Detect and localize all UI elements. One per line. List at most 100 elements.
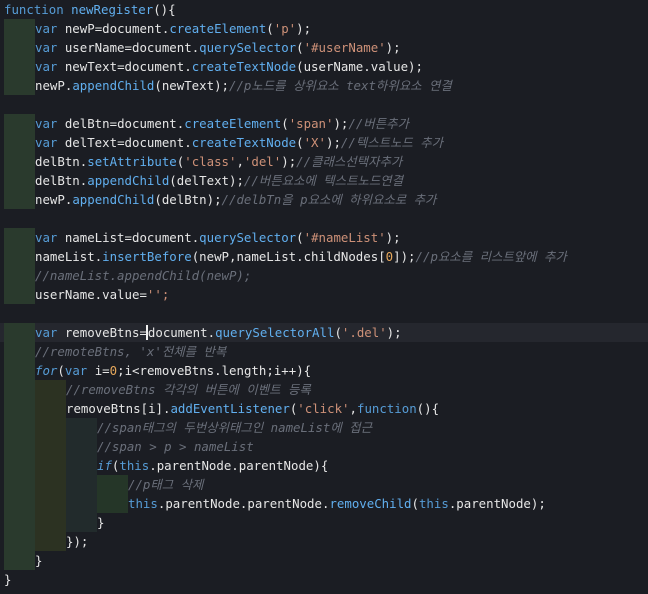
code-token-punct: ]); [393, 249, 416, 264]
code-token-func: createTextNode [191, 135, 297, 150]
code-token-comment: //p노드를 상위요소 text하위요소 연결 [228, 78, 452, 93]
code-token-func: createElement [169, 21, 267, 36]
code-token-str: ''; [146, 287, 170, 302]
code-token-punct: [ [378, 249, 386, 264]
code-token-var: document [124, 135, 185, 150]
code-token-func: newRegister [71, 2, 154, 17]
indent-guide [35, 513, 66, 532]
code-token-str: '.del' [341, 325, 387, 340]
code-line[interactable]: var newText=document.createTextNode(user… [0, 57, 648, 76]
indent-guide [4, 494, 35, 513]
code-line[interactable] [0, 95, 648, 114]
code-token-comment: //p태그 삭제 [128, 477, 204, 492]
code-token-func: addEventListener [170, 401, 290, 416]
code-line[interactable]: } [0, 513, 648, 532]
code-text: var nameList=document.querySelector('#na… [35, 228, 401, 247]
code-line[interactable]: var delBtn=document.createElement('span'… [0, 114, 648, 133]
indent-guide [4, 361, 35, 380]
code-line[interactable]: removeBtns[i].addEventListener('click',f… [0, 399, 648, 418]
code-token-punct: = [109, 116, 118, 131]
code-line[interactable]: var newP=document.createElement('p'); [0, 19, 648, 38]
code-token-punct: [ [140, 401, 149, 416]
code-line[interactable]: //span태그의 두번상위태그인 nameList에 접근 [0, 418, 648, 437]
code-text: var newP=document.createElement('p'); [35, 19, 311, 38]
code-text: var delBtn=document.createElement('span'… [35, 114, 409, 133]
code-line[interactable]: newP.appendChild(newText);//p노드를 상위요소 te… [0, 76, 648, 95]
code-token-kw: var [35, 59, 65, 74]
code-line[interactable]: delBtn.setAttribute('class','del');//클래스… [0, 152, 648, 171]
code-token-punct: . [149, 458, 157, 473]
code-line[interactable]: var nameList=document.querySelector('#na… [0, 228, 648, 247]
code-token-var: document [132, 40, 192, 55]
code-text: }); [66, 532, 88, 551]
code-token-func: appendChild [72, 192, 155, 207]
code-line[interactable]: }); [0, 532, 648, 551]
code-token-punct: (){ [153, 2, 176, 17]
code-line[interactable]: //remoteBtns, 'x'전체를 반복 [0, 342, 648, 361]
code-line[interactable]: } [0, 570, 648, 589]
code-token-var: removeBtns [64, 325, 140, 340]
code-token-kwi: if [97, 458, 112, 473]
code-token-comment: //버튼요소에 텍스트노드연결 [243, 173, 404, 188]
code-line[interactable]: } [0, 551, 648, 570]
code-token-str: 'p' [273, 21, 297, 36]
code-token-var: document [117, 116, 177, 131]
code-line[interactable]: var userName=document.querySelector('#us… [0, 38, 648, 57]
code-token-var: document [132, 230, 192, 245]
code-token-punct: ); [385, 230, 401, 245]
indent-guide [66, 456, 97, 475]
code-line[interactable]: var delText=document.createTextNode('X')… [0, 133, 648, 152]
code-line[interactable]: delBtn.appendChild(delText);//버튼요소에 텍스트노… [0, 171, 648, 190]
indent-guide [4, 399, 35, 418]
code-token-var: removeBtns.length [139, 363, 267, 378]
code-token-comment: //span > p > nameList [97, 439, 254, 454]
code-line[interactable]: //span > p > nameList [0, 437, 648, 456]
indent-guide [4, 228, 35, 247]
indent-guide [66, 418, 97, 437]
code-line[interactable]: if(this.parentNode.parentNode){ [0, 456, 648, 475]
code-token-punct: } [35, 553, 43, 568]
code-token-func: createElement [184, 116, 282, 131]
code-token-str: 'X' [303, 135, 326, 150]
code-line[interactable]: //nameList.appendChild(newP); [0, 266, 648, 285]
code-line[interactable]: //p태그 삭제 [0, 475, 648, 494]
indent-guide [4, 456, 35, 475]
code-line[interactable]: newP.appendChild(delBtn);//delbTn을 p요소에 … [0, 190, 648, 209]
code-line[interactable]: nameList.insertBefore(newP,nameList.chil… [0, 247, 648, 266]
code-token-punct: ( [296, 40, 304, 55]
indent-guide [66, 494, 97, 513]
code-text: delBtn.appendChild(delText);//버튼요소에 텍스트노… [35, 171, 403, 190]
code-line[interactable]: var removeBtns=document.querySelectorAll… [0, 323, 648, 342]
code-line[interactable] [0, 304, 648, 323]
code-line[interactable] [0, 209, 648, 228]
code-token-punct: ( [266, 21, 274, 36]
code-text: } [97, 513, 104, 532]
code-line[interactable]: userName.value=''; [0, 285, 648, 304]
code-token-punct: = [117, 135, 125, 150]
indent-guide [4, 95, 35, 114]
code-token-punct: ( [169, 173, 177, 188]
code-line[interactable]: for(var i=0;i<removeBtns.length;i++){ [0, 361, 648, 380]
indent-guide [4, 57, 35, 76]
indent-guide [4, 342, 35, 361]
indent-guide [4, 437, 35, 456]
code-line[interactable]: function newRegister(){ [0, 0, 648, 19]
code-text: removeBtns[i].addEventListener('click',f… [66, 399, 439, 418]
code-text: var removeBtns=document.querySelectorAll… [35, 323, 402, 342]
code-token-punct: } [97, 515, 105, 530]
code-token-punct: ( [154, 192, 162, 207]
code-editor[interactable]: function newRegister(){var newP=document… [0, 0, 648, 594]
code-token-var: userName.value [35, 287, 140, 302]
code-token-kw: this [128, 496, 158, 511]
indent-guide [4, 247, 35, 266]
code-token-comment: //delbTn을 p요소에 하위요소로 추가 [221, 192, 437, 207]
code-token-kw: this [119, 458, 150, 473]
code-token-var: newP,nameList.childNodes [199, 249, 379, 264]
code-token-var: delBtn [161, 192, 207, 207]
code-token-var: userName [64, 40, 125, 55]
code-line[interactable]: this.parentNode.parentNode.removeChild(t… [0, 494, 648, 513]
code-token-punct: ( [154, 78, 162, 93]
code-line[interactable]: //removeBtns 각각의 버튼에 이벤트 등록 [0, 380, 648, 399]
indent-guide [4, 551, 35, 570]
indent-guide [97, 475, 128, 494]
